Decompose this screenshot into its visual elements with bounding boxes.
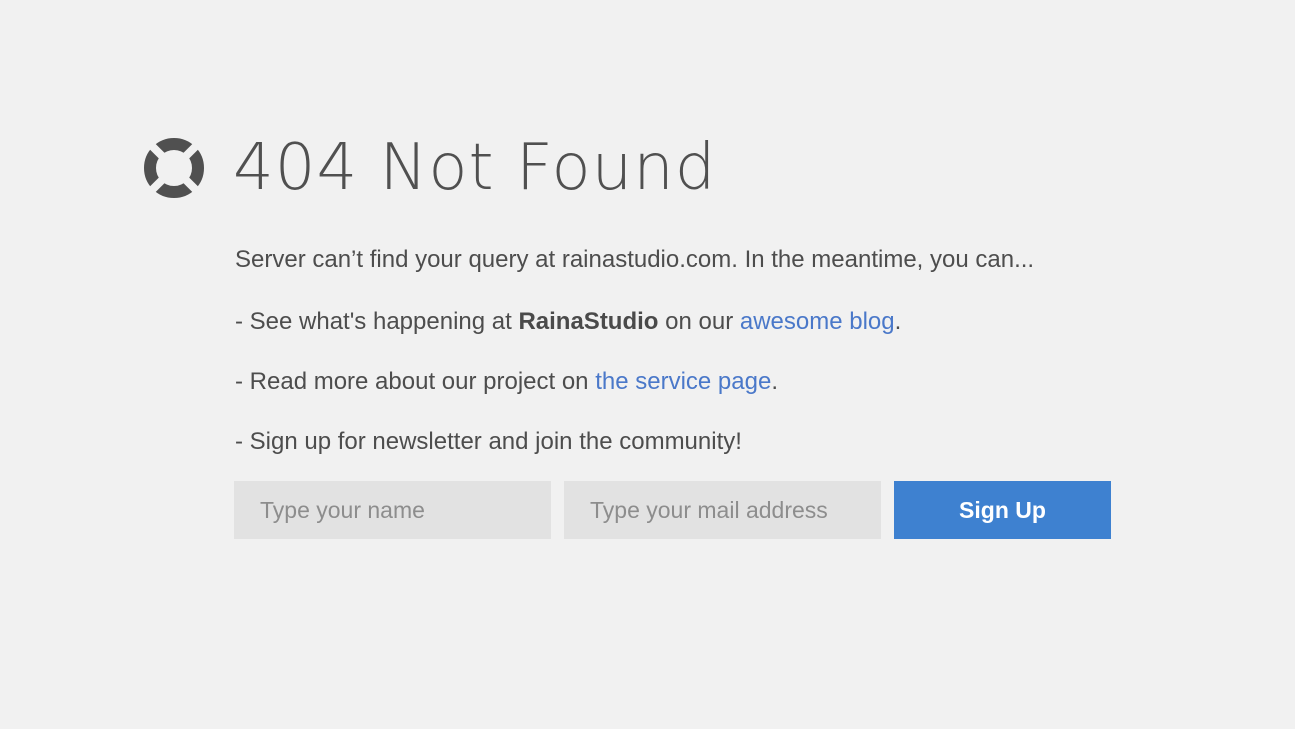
service-page-link[interactable]: the service page xyxy=(595,368,771,395)
service-line-prefix: - Read more about our project on xyxy=(235,368,596,395)
blog-link[interactable]: awesome blog xyxy=(740,308,895,335)
page-heading: 404 Not Found xyxy=(143,128,716,208)
name-input[interactable] xyxy=(234,481,551,539)
service-line-suffix: . xyxy=(771,368,778,395)
blog-line: - See what's happening at RainaStudio on… xyxy=(235,304,901,340)
blog-line-prefix: - See what's happening at xyxy=(235,308,519,335)
error-page: 404 Not Found Server can’t find your que… xyxy=(0,0,1295,729)
email-input[interactable] xyxy=(564,481,881,539)
intro-text: Server can’t find your query at rainastu… xyxy=(235,246,1035,273)
service-line: - Read more about our project on the ser… xyxy=(235,364,778,400)
signup-form: Sign Up xyxy=(234,481,1111,539)
brand-name: RainaStudio xyxy=(518,308,659,335)
page-title: 404 Not Found xyxy=(233,131,717,205)
newsletter-line: - Sign up for newsletter and join the co… xyxy=(235,428,742,455)
blog-line-middle: on our xyxy=(658,308,740,335)
lifebuoy-icon xyxy=(143,137,205,199)
sign-up-button[interactable]: Sign Up xyxy=(894,481,1111,539)
blog-line-suffix: . xyxy=(894,308,902,335)
